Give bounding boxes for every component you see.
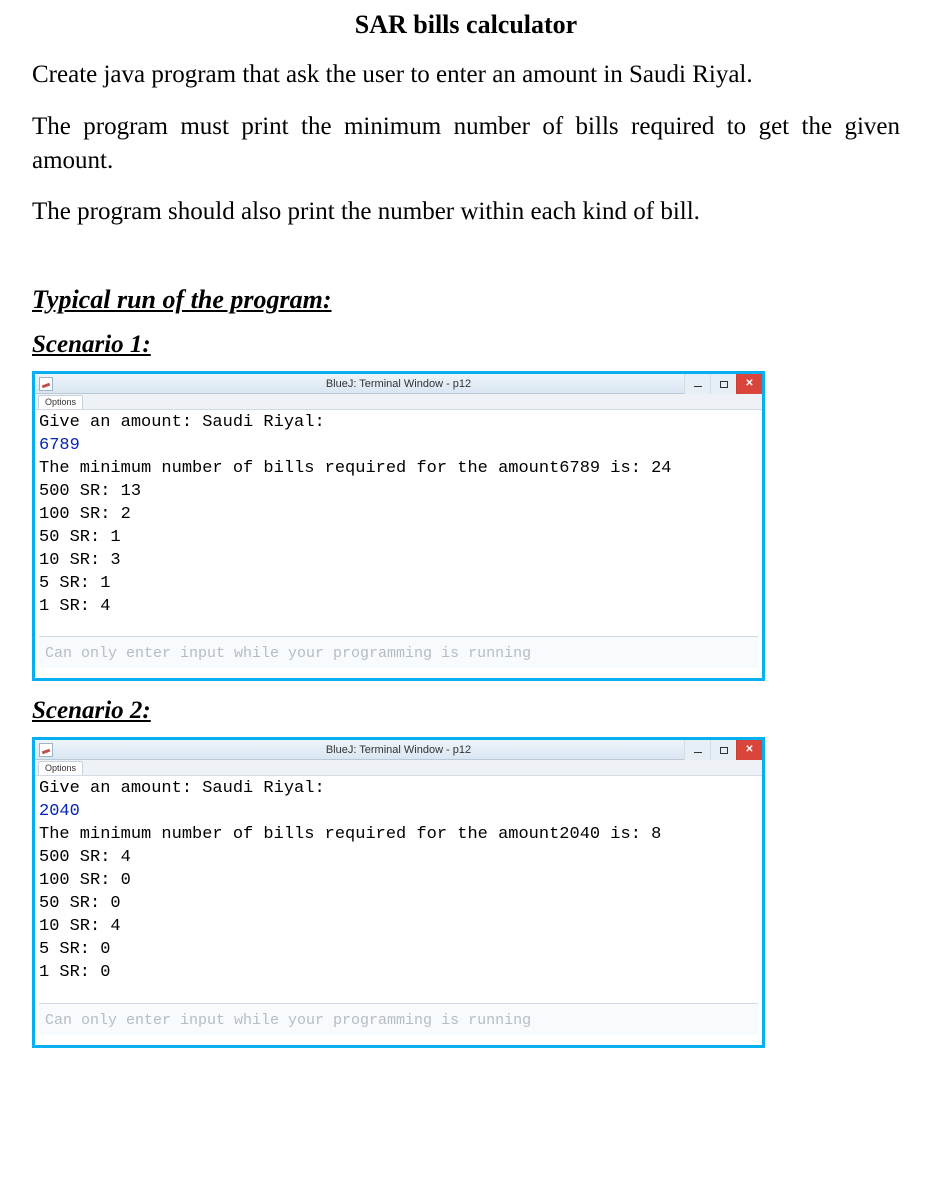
- terminal-line: 50 SR: 1: [39, 527, 758, 550]
- page-title: SAR bills calculator: [32, 10, 900, 40]
- window-menubar: Options: [35, 760, 762, 776]
- window-controls: ✕: [684, 740, 762, 759]
- maximize-button[interactable]: [710, 374, 736, 394]
- app-icon: [39, 377, 53, 391]
- terminal-line: The minimum number of bills required for…: [39, 824, 758, 847]
- terminal-line: 2040: [39, 801, 758, 824]
- intro-paragraph-3: The program should also print the number…: [32, 195, 900, 229]
- terminal-window-1: BlueJ: Terminal Window - p12 ✕ Options G…: [32, 371, 765, 681]
- intro-paragraph-1: Create java program that ask the user to…: [32, 58, 900, 92]
- window-titlebar: BlueJ: Terminal Window - p12 ✕: [35, 740, 762, 760]
- terminal-window-2: BlueJ: Terminal Window - p12 ✕ Options G…: [32, 737, 765, 1047]
- typical-run-heading: Typical run of the program:: [32, 285, 900, 315]
- close-button[interactable]: ✕: [736, 374, 762, 394]
- scenario-1-heading: Scenario 1:: [32, 331, 900, 359]
- terminal-line: 6789: [39, 435, 758, 458]
- terminal-line: Give an amount: Saudi Riyal:: [39, 778, 758, 801]
- terminal-line: 5 SR: 1: [39, 573, 758, 596]
- window-menubar: Options: [35, 394, 762, 410]
- intro-paragraph-2: The program must print the minimum numbe…: [32, 110, 900, 178]
- options-menu[interactable]: Options: [38, 761, 83, 775]
- terminal-line: The minimum number of bills required for…: [39, 458, 758, 481]
- terminal-line: 50 SR: 0: [39, 893, 758, 916]
- terminal-status: Can only enter input while your programm…: [39, 636, 758, 668]
- terminal-line: 100 SR: 0: [39, 870, 758, 893]
- terminal-line: 5 SR: 0: [39, 939, 758, 962]
- minimize-button[interactable]: [684, 740, 710, 760]
- terminal-line: 500 SR: 13: [39, 481, 758, 504]
- terminal-line: 10 SR: 3: [39, 550, 758, 573]
- terminal-body: Give an amount: Saudi Riyal: 2040 The mi…: [35, 776, 762, 1044]
- terminal-line: 10 SR: 4: [39, 916, 758, 939]
- terminal-status: Can only enter input while your programm…: [39, 1003, 758, 1035]
- terminal-line: 1 SR: 4: [39, 596, 758, 619]
- options-menu[interactable]: Options: [38, 395, 83, 409]
- terminal-line: 500 SR: 4: [39, 847, 758, 870]
- terminal-body: Give an amount: Saudi Riyal: 6789 The mi…: [35, 410, 762, 678]
- app-icon: [39, 743, 53, 757]
- window-title: BlueJ: Terminal Window - p12: [35, 378, 762, 390]
- window-controls: ✕: [684, 374, 762, 393]
- terminal-line: 100 SR: 2: [39, 504, 758, 527]
- close-button[interactable]: ✕: [736, 740, 762, 760]
- minimize-button[interactable]: [684, 374, 710, 394]
- terminal-line: Give an amount: Saudi Riyal:: [39, 412, 758, 435]
- scenario-2-heading: Scenario 2:: [32, 697, 900, 725]
- terminal-line: 1 SR: 0: [39, 962, 758, 985]
- window-title: BlueJ: Terminal Window - p12: [35, 744, 762, 756]
- window-titlebar: BlueJ: Terminal Window - p12 ✕: [35, 374, 762, 394]
- maximize-button[interactable]: [710, 740, 736, 760]
